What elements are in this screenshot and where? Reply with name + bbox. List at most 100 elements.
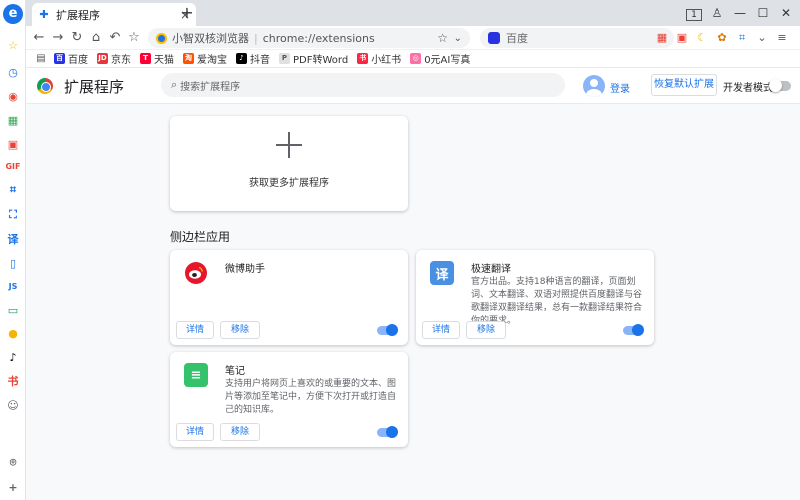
search-placeholder[interactable]: 百度 xyxy=(506,30,659,46)
qr-grid-icon[interactable]: ▦ xyxy=(4,111,22,129)
bookmark-item[interactable]: ◎ 0元AI写真 xyxy=(410,51,470,66)
login-link[interactable]: 登录 xyxy=(610,80,630,95)
back-button[interactable]: ← xyxy=(30,29,48,47)
undo-close-button[interactable]: ↶ xyxy=(106,29,124,47)
bookmarks-icon[interactable]: ▤ xyxy=(34,52,48,66)
history-clock-icon[interactable]: ◷ xyxy=(4,63,22,81)
bookmark-label: PDF转Word xyxy=(293,55,349,66)
omnibox-brand: 小智双核浏览器 xyxy=(172,32,249,45)
bookmark-favicon-icon: P xyxy=(279,53,290,64)
bookmark-item[interactable]: JD 京东 xyxy=(97,51,131,66)
bookmark-label: 爱淘宝 xyxy=(197,55,227,66)
url-text[interactable]: chrome://extensions xyxy=(263,32,375,45)
tab-count-badge: 1 xyxy=(686,9,702,21)
bookmarks-bar: ▤ 百百度 JD 京东 T 天猫淘爱淘宝 ♪ 抖音 P PDF转Word 书小红书 ◎ 0元AI写真 xyxy=(26,50,800,68)
phone-icon[interactable]: ▯ xyxy=(4,254,22,272)
app-grid-icon[interactable]: ▦ xyxy=(654,30,670,46)
plus-icon xyxy=(276,132,302,158)
bookmark-item[interactable]: 书小红书 xyxy=(357,51,401,66)
night-mode-icon[interactable]: ☾ xyxy=(694,30,710,46)
minimize-button[interactable]: — xyxy=(730,4,750,22)
reload-button[interactable]: ↻ xyxy=(68,29,86,47)
get-more-label: 获取更多扩展程序 xyxy=(249,178,329,189)
bookmark-favicon-icon: 百 xyxy=(54,53,65,64)
bookmark-favicon-icon: JD xyxy=(97,53,108,64)
forward-button[interactable]: → xyxy=(49,29,67,47)
bookmark-item[interactable]: ♪ 抖音 xyxy=(236,51,270,66)
chevron-down-icon[interactable]: ⌄ xyxy=(454,33,462,44)
bookmark-star-button[interactable]: ☆ xyxy=(125,29,143,47)
browser-logo-icon[interactable]: e xyxy=(3,4,23,24)
restore-default-button[interactable]: 恢复默认扩展 xyxy=(651,74,717,96)
star-icon[interactable]: ☆ xyxy=(4,36,22,54)
js-icon[interactable]: JS xyxy=(4,277,22,295)
extension-description: 支持用户将网页上喜欢的或重要的文本、图片等添加至笔记中，方便下次打开或打造自己的… xyxy=(225,379,397,415)
add-icon[interactable]: + xyxy=(4,478,22,496)
address-bar[interactable]: 小智双核浏览器 | chrome://extensions ☆ ⌄ xyxy=(148,28,470,48)
scan-text-icon[interactable]: ⛶ xyxy=(4,206,22,224)
bookmark-label: 0元AI写真 xyxy=(424,55,471,66)
record-icon[interactable]: ◉ xyxy=(4,87,22,105)
remove-button[interactable]: 移除 xyxy=(220,423,260,441)
gif-icon[interactable]: GIF xyxy=(4,157,22,175)
lightbulb-icon[interactable]: ⌾ xyxy=(4,454,22,472)
extension-card-weibo: 微博助手 详情 移除 xyxy=(170,250,408,345)
address-toolbar: ← → ↻ ⌂ ↶ ☆ 小智双核浏览器 | chrome://extension… xyxy=(26,26,800,50)
bookmark-item[interactable]: P PDF转Word xyxy=(279,51,348,66)
pdf-icon[interactable]: ▣ xyxy=(4,135,22,153)
chrome-logo-icon xyxy=(37,78,53,94)
page-header: 扩展程序 ⌕ 搜索扩展程序 登录 恢复默认扩展 开发者模式 xyxy=(26,68,800,104)
remove-button[interactable]: 移除 xyxy=(466,321,506,339)
menu-icon[interactable]: ≡ xyxy=(774,30,790,46)
tab-count-button[interactable]: 1 xyxy=(684,4,704,22)
notes-icon: ≡ xyxy=(184,363,208,387)
new-tab-button[interactable]: + xyxy=(178,4,196,22)
translate-icon[interactable]: 译 xyxy=(4,230,22,248)
screen-icon[interactable]: ▭ xyxy=(4,301,22,319)
download-icon[interactable]: ⌄ xyxy=(754,30,770,46)
bookmark-label: 天猫 xyxy=(154,55,174,66)
get-more-extensions-card[interactable]: 获取更多扩展程序 xyxy=(170,116,408,211)
weibo-icon xyxy=(184,261,208,285)
enable-toggle[interactable] xyxy=(623,324,644,336)
section-title: 侧边栏应用 xyxy=(170,230,231,244)
bookmark-label: 小红书 xyxy=(371,55,402,66)
xiaohongshu-icon[interactable]: 书 xyxy=(4,372,22,390)
details-button[interactable]: 详情 xyxy=(176,423,214,441)
user-avatar-icon[interactable]: ☺ xyxy=(4,396,22,414)
star-icon[interactable]: ☆ xyxy=(437,31,448,45)
enable-toggle[interactable] xyxy=(377,324,398,336)
details-button[interactable]: 详情 xyxy=(176,321,214,339)
bookmark-item[interactable]: T 天猫 xyxy=(140,51,174,66)
bookmark-item[interactable]: 淘爱淘宝 xyxy=(183,51,227,66)
home-button[interactable]: ⌂ xyxy=(87,29,105,47)
user-avatar-icon[interactable] xyxy=(583,75,605,97)
remove-button[interactable]: 移除 xyxy=(220,321,260,339)
enable-toggle[interactable] xyxy=(377,426,398,438)
bookmark-label: 百度 xyxy=(68,55,88,66)
pdf-tool-icon[interactable]: ▣ xyxy=(674,30,690,46)
extension-card-translate: 译 极速翻译 官方出品。支持18种语言的翻译，页面划词、文本翻译、双语对照提供百… xyxy=(416,250,654,345)
search-icon: ⌕ xyxy=(171,78,178,91)
tab-extensions[interactable]: ✚ 扩展程序 × xyxy=(32,3,196,26)
extension-card-notes: ≡ 笔记 支持用户将网页上喜欢的或重要的文本、图片等添加至笔记中，方便下次打开或… xyxy=(170,352,408,447)
search-box[interactable]: 百度 ⌕ xyxy=(480,28,674,48)
bookmark-favicon-icon: T xyxy=(140,53,151,64)
bookmark-item[interactable]: 百百度 xyxy=(54,51,88,66)
extension-search-input[interactable]: ⌕ 搜索扩展程序 xyxy=(161,73,565,97)
extension-mascot-icon[interactable]: ✿ xyxy=(714,30,730,46)
screenshot-icon[interactable]: ⌗ xyxy=(734,30,750,46)
baidu-icon xyxy=(488,32,500,44)
close-window-button[interactable]: ✕ xyxy=(776,4,796,22)
developer-mode-toggle[interactable] xyxy=(769,79,791,92)
maximize-button[interactable]: ☐ xyxy=(753,4,773,22)
crop-icon[interactable]: ⌗ xyxy=(4,181,22,199)
tab-title: 扩展程序 xyxy=(56,8,100,22)
extension-name: 笔记 xyxy=(225,366,245,377)
extension-search-placeholder: 搜索扩展程序 xyxy=(180,81,241,93)
app-avatar-icon[interactable]: ● xyxy=(4,324,22,342)
bookmark-label: 抖音 xyxy=(250,55,270,66)
details-button[interactable]: 详情 xyxy=(422,321,460,339)
skin-icon[interactable]: ♙ xyxy=(707,4,727,22)
tiktok-icon[interactable]: ♪ xyxy=(4,348,22,366)
